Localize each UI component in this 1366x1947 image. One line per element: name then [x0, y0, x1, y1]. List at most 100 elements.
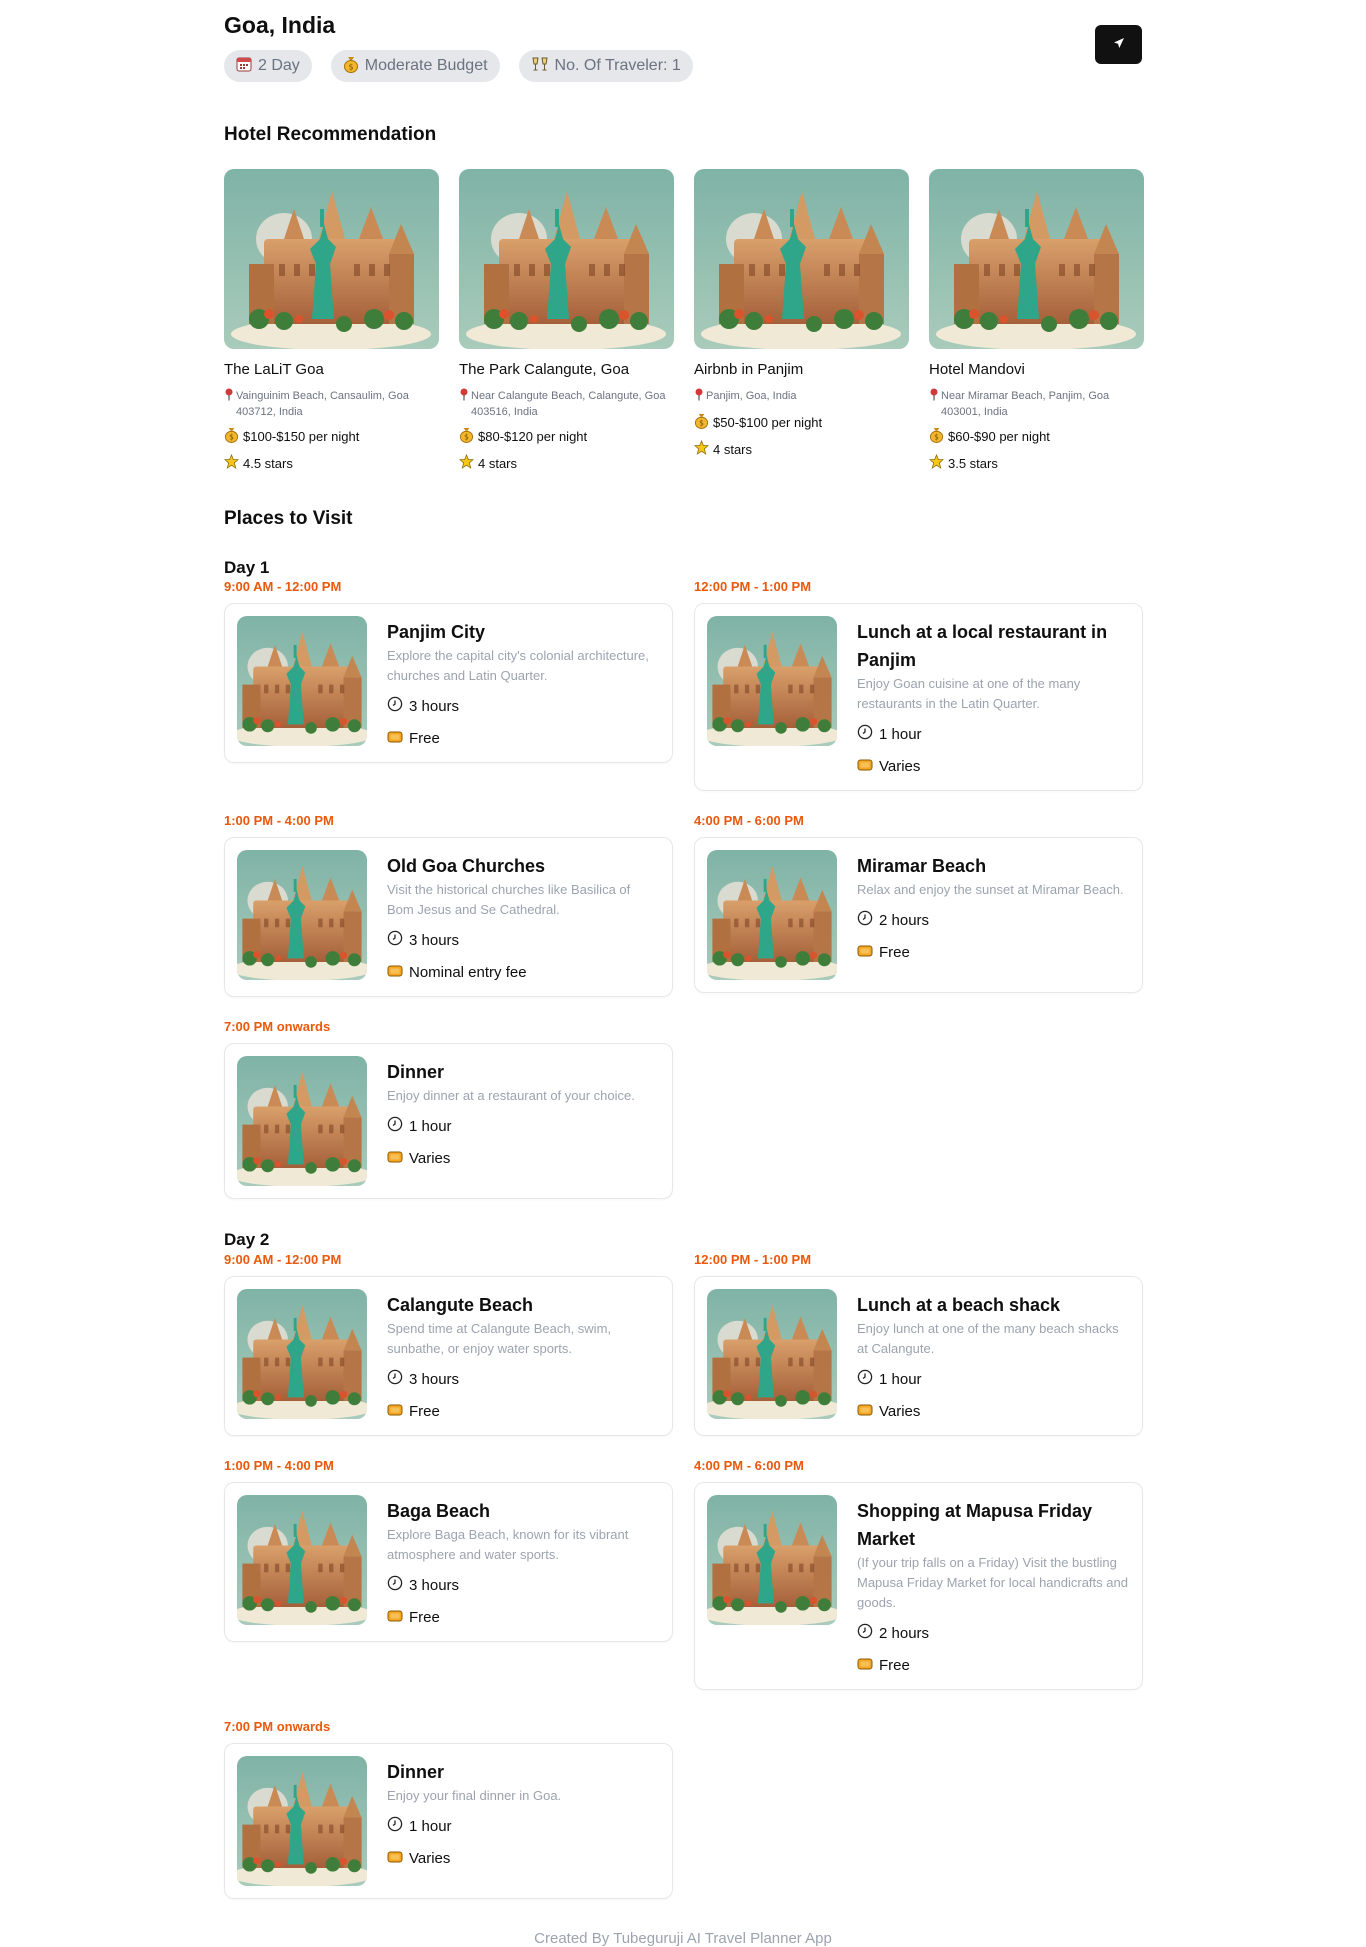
hotel-address: Vainguinim Beach, Cansaulim, Goa 403712,… [224, 388, 439, 420]
place-cost-text: Free [409, 1402, 440, 1420]
hotel-price-text: $50-$100 per night [713, 414, 823, 430]
place-info: Dinner Enjoy your final dinner in Goa. 1 h… [387, 1756, 660, 1886]
place-card[interactable]: Lunch at a local restaurant in Panjim Enj… [694, 603, 1143, 791]
hotel-card[interactable]: Hotel Mandovi Near Miramar Beach, Panjim,… [928, 169, 1144, 474]
hotel-image [459, 169, 674, 349]
clock-icon [857, 724, 873, 744]
clock-icon [387, 1116, 403, 1136]
hotel-name: Airbnb in Panjim [694, 361, 804, 378]
place-duration-text: 2 hours [879, 1624, 930, 1642]
hotel-address-text: Panjim, Goa, India [706, 390, 797, 402]
ticket-icon [857, 1403, 873, 1420]
place-image [237, 616, 367, 746]
place-time: 9:00 AM - 12:00 PM [224, 1252, 342, 1267]
place-card[interactable]: Dinner Enjoy your final dinner in Goa. 1 h… [224, 1743, 673, 1899]
place-duration-text: 1 hour [409, 1117, 452, 1135]
place-title: Miramar Beach [857, 856, 987, 876]
footer-credit: Created By Tubeguruji AI Travel Planner … [534, 1930, 832, 1947]
place-image [237, 1495, 367, 1625]
place-slot: 4:00 PM - 6:00 PM Miramar Beach Relax and … [694, 813, 1143, 993]
share-button[interactable] [1095, 25, 1142, 64]
hotels-section-title: Hotel Recommendation [224, 124, 437, 145]
svg-text:$: $ [699, 419, 704, 428]
place-slot: 9:00 AM - 12:00 PM Panjim City Explore the… [224, 579, 673, 763]
place-card[interactable]: Miramar Beach Relax and enjoy the sunset … [694, 837, 1143, 993]
ticket-icon [857, 1657, 873, 1674]
place-time: 7:00 PM onwards [224, 1019, 331, 1034]
place-card[interactable]: Dinner Enjoy dinner at a restaurant of yo… [224, 1043, 673, 1199]
ticket-icon [387, 1850, 403, 1867]
money-bag-icon: $ [929, 426, 944, 446]
trip-chips: 2 Day $ Moderate Budget No. Of Traveler:… [224, 50, 693, 82]
hotel-card[interactable]: The LaLiT Goa Vainguinim Beach, Cansaulim… [223, 169, 439, 474]
money-bag-icon: $ [459, 426, 474, 446]
hotel-image [694, 169, 909, 349]
places-section-title: Places to Visit [224, 508, 353, 529]
place-slot: 7:00 PM onwards Dinner Enjoy dinner at a r… [224, 1019, 673, 1199]
place-cost: Nominal entry fee [387, 960, 660, 984]
hotel-rating: 3.5 stars [928, 452, 1144, 474]
send-icon [1113, 36, 1125, 54]
money-bag-icon: $ [694, 412, 709, 432]
chip-days: 2 Day [224, 50, 312, 82]
chip-travelers: No. Of Traveler: 1 [518, 50, 693, 82]
place-slot: 1:00 PM - 4:00 PM Old Goa Churches Visit t… [224, 813, 673, 997]
place-description: Enjoy lunch at one of the many beach sha… [857, 1321, 1119, 1356]
place-image [237, 1756, 367, 1886]
place-description: Enjoy your final dinner in Goa. [387, 1788, 562, 1803]
place-cost-text: Nominal entry fee [409, 963, 527, 981]
place-duration-text: 3 hours [409, 697, 460, 715]
chip-budget: $ Moderate Budget [330, 50, 500, 82]
svg-text:$: $ [229, 433, 234, 442]
place-description: Enjoy Goan cuisine at one of the many re… [857, 676, 1081, 711]
place-cost: Varies [387, 1146, 660, 1170]
hotel-rating: 4 stars [693, 438, 909, 460]
place-cost-text: Varies [409, 1149, 451, 1167]
clock-icon [857, 910, 873, 930]
place-card[interactable]: Baga Beach Explore Baga Beach, known for … [224, 1482, 673, 1642]
place-title: Baga Beach [387, 1501, 491, 1521]
place-info: Panjim City Explore the capital city's co… [387, 616, 660, 750]
place-image [707, 850, 837, 980]
place-cost: Free [857, 940, 1130, 964]
place-duration: 3 hours [387, 694, 660, 718]
place-cost-text: Varies [879, 1402, 921, 1420]
clock-icon [387, 1575, 403, 1595]
place-duration: 1 hour [857, 1367, 1130, 1391]
place-time: 7:00 PM onwards [224, 1719, 331, 1734]
hotel-price: $ $80-$120 per night [459, 425, 674, 447]
hotel-card[interactable]: Airbnb in Panjim Panjim, Goa, India $ $50-$… [693, 169, 909, 474]
place-time: 4:00 PM - 6:00 PM [694, 813, 804, 828]
place-time: 1:00 PM - 4:00 PM [224, 1458, 334, 1473]
place-info: Dinner Enjoy dinner at a restaurant of yo… [387, 1056, 660, 1186]
place-image [237, 1056, 367, 1186]
place-cost-text: Free [879, 943, 910, 961]
place-duration: 1 hour [387, 1814, 660, 1838]
place-card[interactable]: Old Goa Churches Visit the historical chu… [224, 837, 673, 997]
place-cost: Free [387, 1605, 660, 1629]
place-slot: 7:00 PM onwards Dinner Enjoy your final di… [224, 1719, 673, 1899]
clock-icon [857, 1369, 873, 1389]
place-info: Lunch at a beach shack Enjoy lunch at one… [857, 1289, 1130, 1423]
place-card[interactable]: Panjim City Explore the capital city's co… [224, 603, 673, 763]
destination-title: Goa, India [224, 12, 336, 38]
hotel-list: The LaLiT Goa Vainguinim Beach, Cansaulim… [223, 169, 1144, 474]
day-label: Day 2 [224, 1230, 270, 1249]
place-card[interactable]: Shopping at Mapusa Friday Market (If your… [694, 1482, 1143, 1690]
svg-text:$: $ [934, 433, 939, 442]
place-image [707, 616, 837, 746]
place-info: Old Goa Churches Visit the historical chu… [387, 850, 660, 984]
place-title: Calangute Beach [387, 1295, 534, 1315]
place-slot: 12:00 PM - 1:00 PM Lunch at a beach shack… [694, 1252, 1143, 1436]
hotel-card[interactable]: The Park Calangute, Goa Near Calangute Be… [458, 169, 674, 474]
place-duration-text: 3 hours [409, 931, 460, 949]
hotel-image [929, 169, 1144, 349]
place-card[interactable]: Calangute Beach Spend time at Calangute B… [224, 1276, 673, 1436]
place-card[interactable]: Lunch at a beach shack Enjoy lunch at one… [694, 1276, 1143, 1436]
place-duration-text: 3 hours [409, 1576, 460, 1594]
hotel-name: The Park Calangute, Goa [459, 361, 630, 378]
place-duration: 2 hours [857, 908, 1130, 932]
star-icon [928, 453, 945, 472]
place-duration-text: 1 hour [879, 1370, 922, 1388]
place-slot: 1:00 PM - 4:00 PM Baga Beach Explore Baga … [224, 1458, 673, 1642]
